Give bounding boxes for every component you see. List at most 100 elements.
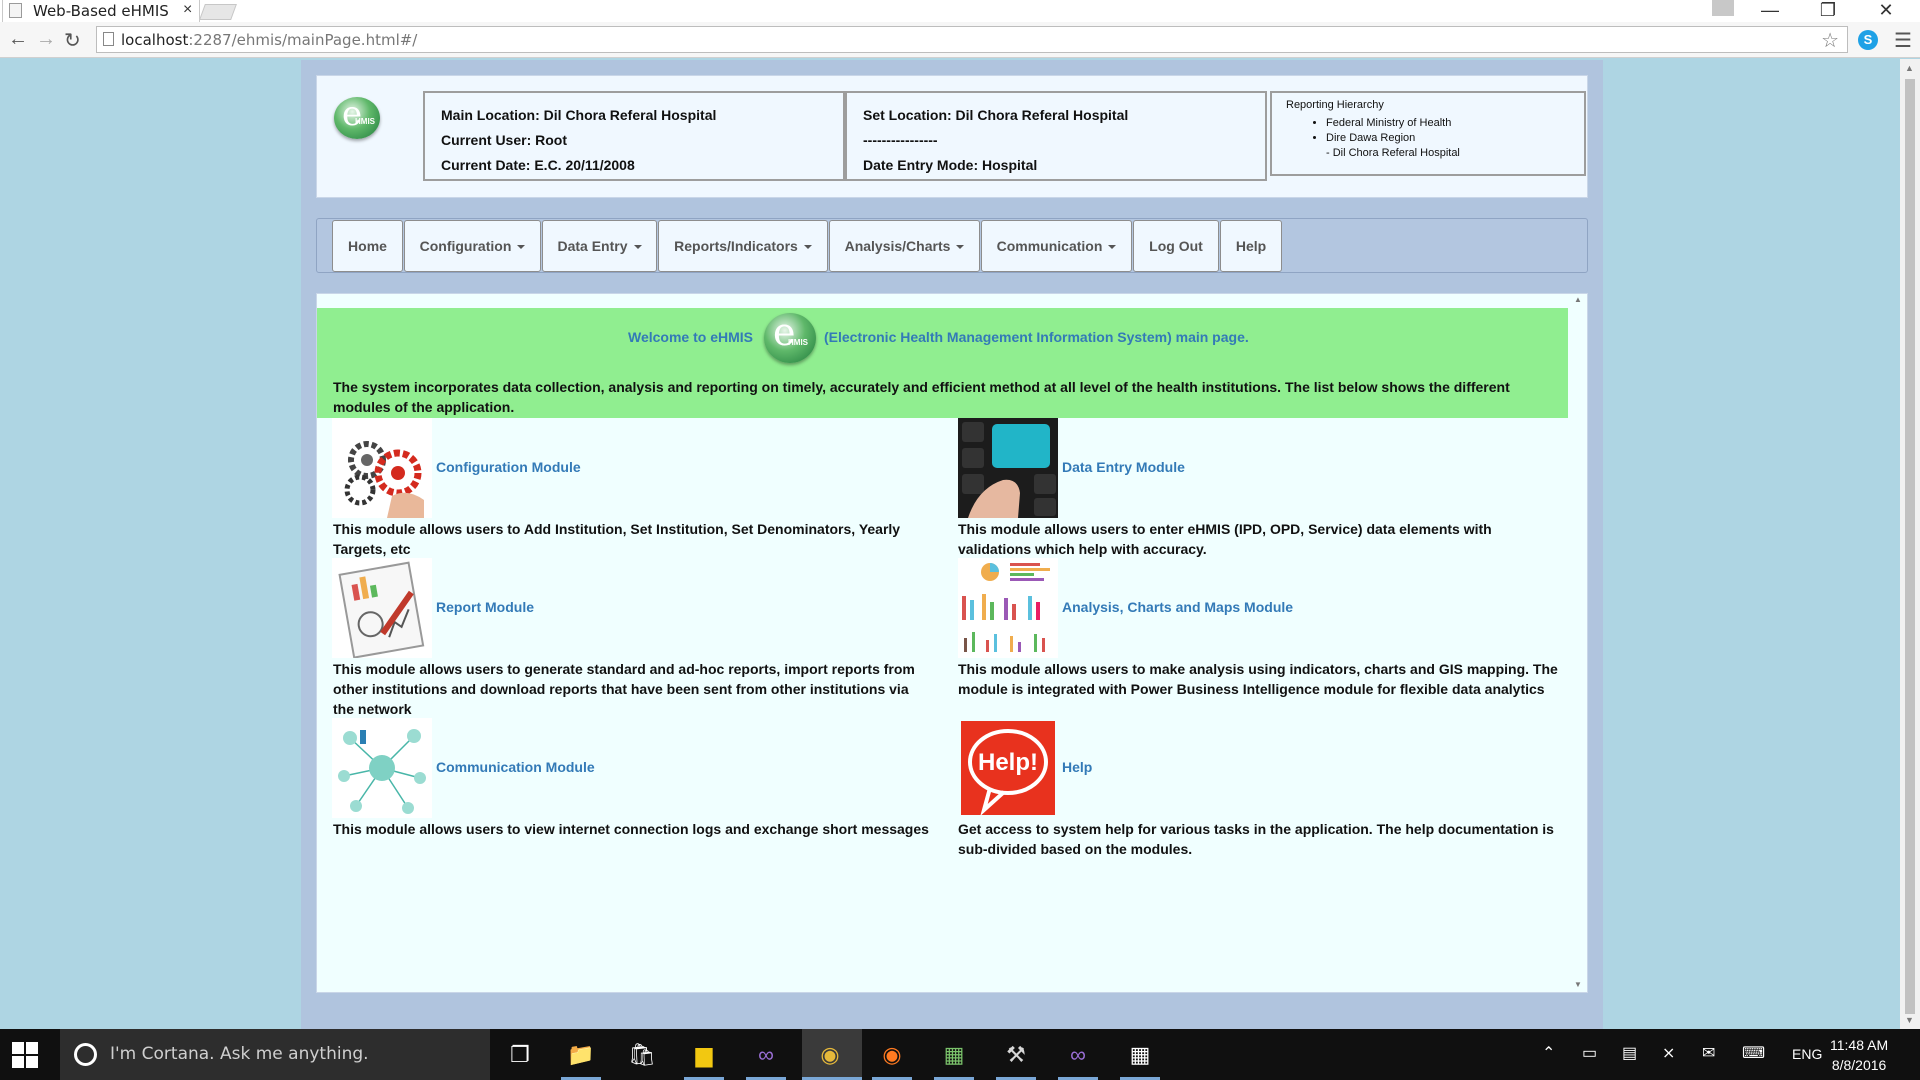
scroll-up-icon[interactable]: ▲: [1905, 63, 1914, 73]
location-info-box: Main Location: Dil Chora Referal Hospita…: [423, 91, 845, 181]
communication-module-link[interactable]: Communication Module: [436, 759, 595, 775]
scroll-down-icon[interactable]: ▼: [1574, 980, 1582, 989]
scrollbar-thumb[interactable]: [1905, 79, 1915, 1014]
nav-analysis[interactable]: Analysis/Charts: [829, 220, 980, 272]
nav-reports-label: Reports/Indicators: [674, 238, 798, 254]
hierarchy-item: Dire Dawa Region: [1326, 131, 1570, 146]
network-icon[interactable]: ▤: [1622, 1043, 1637, 1063]
clock-date: 8/8/2016: [1831, 1057, 1887, 1073]
intro-text: The system incorporates data collection,…: [333, 379, 1510, 415]
help-image-text: Help!: [978, 749, 1038, 776]
battery-icon[interactable]: ▭: [1582, 1043, 1597, 1063]
analysis-module-desc: This module allows users to make analysi…: [958, 661, 1558, 697]
nav-logout-label: Log Out: [1149, 238, 1203, 254]
help-module-link[interactable]: Help: [1062, 759, 1092, 775]
new-tab-button[interactable]: [199, 4, 237, 20]
nav-reports[interactable]: Reports/Indicators: [658, 220, 828, 272]
configuration-module-link[interactable]: Configuration Module: [436, 459, 581, 475]
chrome-icon[interactable]: ◉: [812, 1037, 848, 1073]
analysis-charts-image[interactable]: [958, 558, 1058, 658]
nav-configuration-label: Configuration: [419, 238, 512, 254]
visual-studio-icon[interactable]: ∞: [748, 1037, 784, 1073]
tab-close-icon[interactable]: ×: [183, 1, 192, 19]
cortana-search-box[interactable]: I'm Cortana. Ask me anything.: [60, 1029, 490, 1080]
content-scrollbar[interactable]: ▲ ▼: [1569, 294, 1586, 992]
nav-data-entry[interactable]: Data Entry: [542, 220, 657, 272]
action-center-icon[interactable]: ✉: [1702, 1043, 1715, 1063]
nav-communication[interactable]: Communication: [981, 220, 1132, 272]
hierarchy-list: Federal Ministry of Health Dire Dawa Reg…: [1326, 116, 1570, 146]
nav-help[interactable]: Help: [1220, 220, 1282, 272]
browser-menu-icon[interactable]: ☰: [1894, 28, 1912, 53]
caret-down-icon: [517, 245, 526, 250]
minimize-icon[interactable]: —: [1742, 0, 1798, 22]
configuration-module-desc: This module allows users to Add Institut…: [333, 521, 901, 557]
browser-tab[interactable]: Web-Based eHMIS ×: [2, 0, 200, 22]
windows-taskbar: I'm Cortana. Ask me anything. ❐ 📁 🛍 ▆ ∞ …: [0, 1029, 1920, 1080]
nav-data-entry-label: Data Entry: [557, 238, 628, 254]
language-indicator[interactable]: ENG: [1792, 1046, 1822, 1062]
current-user: Current User: Root: [441, 132, 568, 148]
configuration-gears-image[interactable]: [332, 418, 432, 518]
task-view-icon[interactable]: ❐: [502, 1037, 538, 1073]
data-entry-keyboard-image[interactable]: [958, 418, 1058, 518]
nav-home[interactable]: Home: [332, 220, 403, 272]
calculator-icon[interactable]: ▦: [1122, 1037, 1158, 1073]
browser-toolbar: ← → ↻ localhost:2287/ehmis/mainPage.html…: [0, 22, 1920, 58]
volume-muted-icon[interactable]: ⨯: [1662, 1043, 1675, 1063]
page-scrollbar[interactable]: ▲ ▼: [1900, 59, 1920, 1029]
hierarchy-item: Federal Ministry of Health: [1326, 116, 1570, 131]
set-location-box: Set Location: Dil Chora Referal Hospital…: [845, 91, 1267, 181]
visual-studio-icon[interactable]: ∞: [1060, 1037, 1096, 1073]
report-module-desc: This module allows users to generate sta…: [333, 661, 915, 717]
date-entry-mode: Date Entry Mode: Hospital: [863, 157, 1038, 173]
caret-down-icon: [1108, 245, 1117, 250]
restore-icon[interactable]: ❐: [1800, 0, 1856, 22]
page-info-icon[interactable]: [103, 32, 114, 46]
welcome-prefix: Welcome to eHMIS: [628, 329, 753, 345]
close-window-icon[interactable]: ✕: [1858, 0, 1914, 22]
nav-configuration[interactable]: Configuration: [404, 220, 541, 272]
file-explorer-icon[interactable]: 📁: [563, 1037, 599, 1073]
welcome-suffix: (Electronic Health Management Informatio…: [824, 329, 1249, 345]
nav-analysis-label: Analysis/Charts: [844, 238, 951, 254]
firefox-icon[interactable]: ◉: [874, 1037, 910, 1073]
data-entry-module-link[interactable]: Data Entry Module: [1062, 459, 1185, 475]
windows-start-icon[interactable]: [12, 1042, 38, 1068]
tray-expand-icon[interactable]: ⌃: [1542, 1043, 1555, 1063]
nav-home-label: Home: [348, 238, 387, 254]
tab-title: Web-Based eHMIS: [33, 2, 169, 20]
nav-logout[interactable]: Log Out: [1133, 220, 1219, 272]
report-document-image[interactable]: [332, 558, 432, 658]
browser-titlebar: Web-Based eHMIS × — ❐ ✕: [0, 0, 1920, 22]
url-text[interactable]: localhost:2287/ehmis/mainPage.html#/: [121, 31, 417, 49]
keyboard-icon[interactable]: ⌨: [1742, 1043, 1765, 1063]
forward-icon[interactable]: →: [36, 28, 56, 51]
tools-icon[interactable]: ⚒: [998, 1037, 1034, 1073]
app-icon[interactable]: ▦: [936, 1037, 972, 1073]
data-entry-module-desc: This module allows users to enter eHMIS …: [958, 521, 1492, 557]
scroll-down-icon[interactable]: ▼: [1905, 1015, 1914, 1025]
power-bi-icon[interactable]: ▆: [686, 1037, 722, 1073]
skype-extension-icon[interactable]: S: [1858, 30, 1878, 50]
address-bar[interactable]: localhost:2287/ehmis/mainPage.html#/ ☆: [96, 26, 1848, 53]
scroll-up-icon[interactable]: ▲: [1574, 295, 1582, 304]
reporting-hierarchy-box: Reporting Hierarchy Federal Ministry of …: [1270, 91, 1586, 176]
taskbar-clock[interactable]: 11:48 AM 8/8/2016: [1830, 1035, 1888, 1075]
nav-communication-label: Communication: [996, 238, 1103, 254]
communication-module-desc: This module allows users to view interne…: [333, 821, 929, 837]
caret-down-icon: [633, 245, 642, 250]
help-bubble-image[interactable]: Help!: [958, 718, 1058, 818]
back-icon[interactable]: ←: [8, 28, 28, 51]
url-host: localhost: [121, 31, 189, 49]
communication-network-image[interactable]: [332, 718, 432, 818]
analysis-module-link[interactable]: Analysis, Charts and Maps Module: [1062, 599, 1293, 615]
clock-time: 11:48 AM: [1830, 1037, 1889, 1053]
report-module-link[interactable]: Report Module: [436, 599, 534, 615]
profile-icon[interactable]: [1712, 0, 1734, 16]
store-icon[interactable]: 🛍: [624, 1037, 660, 1073]
reload-icon[interactable]: ↻: [64, 28, 81, 53]
page-favicon-icon: [9, 3, 22, 18]
bookmark-star-icon[interactable]: ☆: [1821, 28, 1839, 53]
hierarchy-title: Reporting Hierarchy: [1286, 99, 1384, 111]
